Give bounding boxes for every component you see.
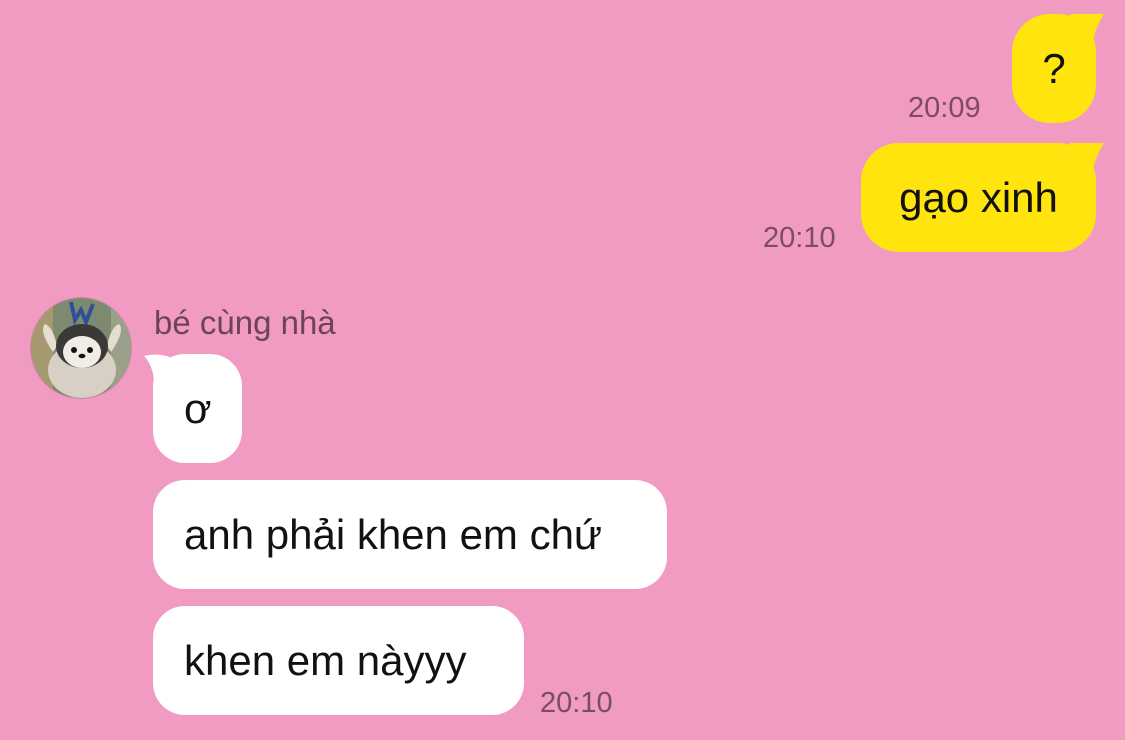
- outgoing-message-bubble[interactable]: gạo xinh: [861, 143, 1096, 252]
- chat-conversation: ? 20:09 gạo xinh 20:10 bé cùng nhà ơ anh…: [0, 0, 1125, 740]
- message-text: anh phải khen em chứ: [184, 510, 603, 558]
- message-text: khen em nàyyy: [184, 636, 467, 684]
- message-text: gạo xinh: [899, 173, 1058, 221]
- message-timestamp: 20:10: [763, 222, 836, 254]
- bubble-tail-icon: [1070, 143, 1104, 175]
- message-timestamp: 20:10: [540, 687, 613, 719]
- message-text: ơ: [184, 384, 212, 432]
- incoming-message-bubble[interactable]: ơ: [153, 354, 242, 463]
- bubble-tail-icon: [1070, 14, 1104, 46]
- contact-avatar[interactable]: [30, 297, 132, 399]
- message-text: ?: [1042, 44, 1066, 92]
- sender-name: bé cùng nhà: [154, 304, 336, 341]
- incoming-message-bubble[interactable]: anh phải khen em chứ: [153, 480, 667, 589]
- message-timestamp: 20:09: [908, 92, 981, 124]
- penguin-avatar-icon: [31, 298, 131, 398]
- incoming-message-bubble[interactable]: khen em nàyyy: [153, 606, 524, 715]
